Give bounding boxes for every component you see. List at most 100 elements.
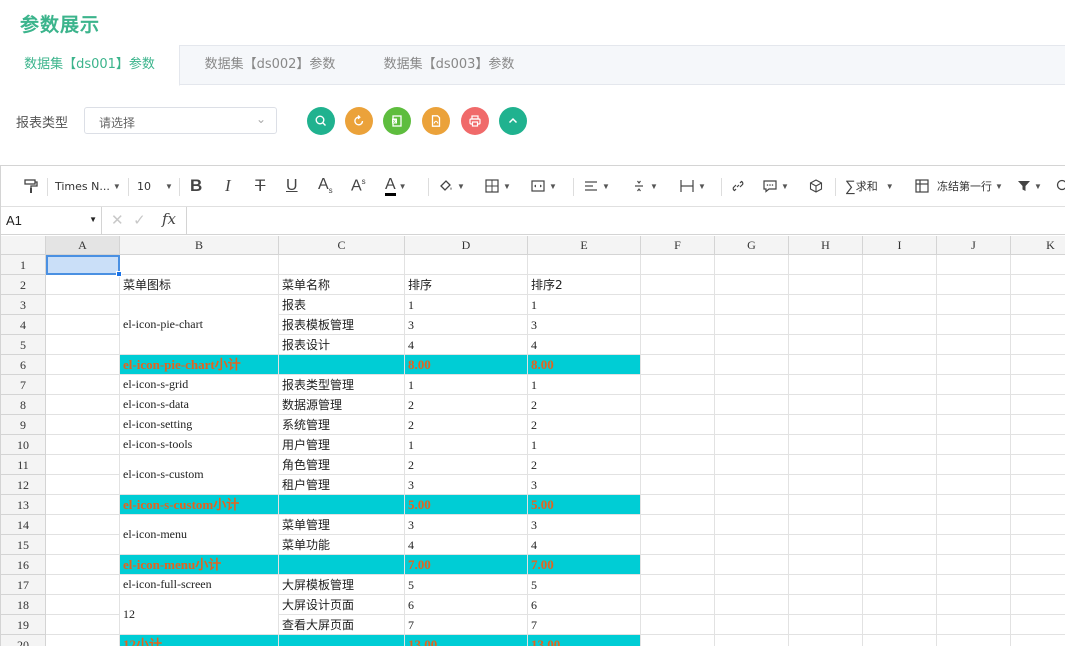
sort2-cell[interactable]: 3	[528, 315, 641, 335]
check-icon[interactable]: ✓	[133, 211, 146, 229]
grid-cell[interactable]	[1011, 515, 1065, 535]
menu-name-cell[interactable]: 报表	[279, 295, 405, 315]
menu-icon-cell[interactable]: el-icon-s-custom	[120, 455, 279, 495]
grid-cell[interactable]	[641, 515, 715, 535]
grid-cell[interactable]	[715, 555, 789, 575]
sort2-cell[interactable]: 4	[528, 335, 641, 355]
grid-cell[interactable]	[641, 575, 715, 595]
column-header[interactable]: G	[715, 236, 789, 255]
grid-cell[interactable]	[863, 415, 937, 435]
subtotal-label-cell[interactable]: el-icon-pie-chart小计	[120, 355, 279, 375]
report-type-select[interactable]: 请选择 ⌄	[84, 107, 277, 134]
menu-name-cell[interactable]: 报表设计	[279, 335, 405, 355]
column-header[interactable]: A	[46, 236, 120, 255]
grid-cell[interactable]	[789, 515, 863, 535]
grid-cell[interactable]	[937, 535, 1011, 555]
menu-name-cell[interactable]: 用户管理	[279, 435, 405, 455]
row-header[interactable]: 10	[1, 435, 46, 455]
grid-cell[interactable]	[528, 255, 641, 275]
grid-cell[interactable]	[46, 635, 120, 646]
row-header[interactable]: 3	[1, 295, 46, 315]
grid-cell[interactable]	[937, 475, 1011, 495]
grid-cell[interactable]	[789, 295, 863, 315]
grid-cell[interactable]	[641, 635, 715, 646]
table-header-cell[interactable]: 菜单名称	[279, 275, 405, 295]
vertical-align-button[interactable]: ▼	[631, 175, 658, 197]
sort-cell[interactable]: 3	[405, 475, 528, 495]
sort2-cell[interactable]: 3	[528, 475, 641, 495]
sort-cell[interactable]: 4	[405, 335, 528, 355]
grid-cell[interactable]	[863, 375, 937, 395]
grid-corner[interactable]	[1, 236, 46, 255]
grid-cell[interactable]	[641, 295, 715, 315]
grid-cell[interactable]	[1011, 555, 1065, 575]
grid-cell[interactable]	[715, 275, 789, 295]
format-painter-button[interactable]	[23, 175, 39, 197]
collapse-button[interactable]	[499, 107, 527, 135]
border-button[interactable]: ▼	[484, 175, 511, 197]
grid-cell[interactable]	[1011, 375, 1065, 395]
grid-cell[interactable]	[715, 335, 789, 355]
grid-cell[interactable]	[863, 575, 937, 595]
grid-cell[interactable]	[641, 595, 715, 615]
grid-cell[interactable]	[937, 615, 1011, 635]
search-button-toolbar[interactable]	[1056, 175, 1065, 197]
grid-cell[interactable]	[715, 595, 789, 615]
row-header[interactable]: 13	[1, 495, 46, 515]
print-button[interactable]	[461, 107, 489, 135]
row-header[interactable]: 2	[1, 275, 46, 295]
tab-ds001[interactable]: 数据集【ds001】参数	[0, 45, 180, 86]
bold-button[interactable]: B	[190, 175, 202, 197]
grid-cell[interactable]	[1011, 335, 1065, 355]
grid-cell[interactable]	[937, 275, 1011, 295]
sort2-cell[interactable]: 1	[528, 375, 641, 395]
freeze-button[interactable]: 冻结第一行 ▼	[914, 175, 1003, 197]
grid-cell[interactable]	[715, 515, 789, 535]
subtotal-label-cell[interactable]: el-icon-menu小计	[120, 555, 279, 575]
sort-cell[interactable]: 5	[405, 575, 528, 595]
row-header[interactable]: 5	[1, 335, 46, 355]
grid-cell[interactable]	[641, 415, 715, 435]
column-header[interactable]: C	[279, 236, 405, 255]
row-header[interactable]: 11	[1, 455, 46, 475]
grid-cell[interactable]	[46, 375, 120, 395]
grid-cell[interactable]	[46, 415, 120, 435]
grid-cell[interactable]	[715, 295, 789, 315]
subtotal-cell[interactable]	[279, 555, 405, 575]
grid-cell[interactable]	[937, 435, 1011, 455]
export-pdf-button[interactable]	[422, 107, 450, 135]
grid-cell[interactable]	[863, 355, 937, 375]
grid-cell[interactable]	[46, 395, 120, 415]
sum-button[interactable]: ∑ 求和 ▼	[845, 175, 894, 197]
merge-cells-button[interactable]: ▼	[530, 175, 557, 197]
grid-cell[interactable]	[937, 555, 1011, 575]
sort2-cell[interactable]: 5	[528, 575, 641, 595]
grid-cell[interactable]	[863, 275, 937, 295]
grid-cell[interactable]	[863, 555, 937, 575]
row-header[interactable]: 14	[1, 515, 46, 535]
sort2-cell[interactable]: 7	[528, 615, 641, 635]
column-header[interactable]: E	[528, 236, 641, 255]
grid-cell[interactable]	[715, 355, 789, 375]
menu-name-cell[interactable]: 租户管理	[279, 475, 405, 495]
grid-cell[interactable]	[863, 395, 937, 415]
grid-cell[interactable]	[937, 255, 1011, 275]
column-header[interactable]: F	[641, 236, 715, 255]
grid-cell[interactable]	[641, 455, 715, 475]
menu-icon-cell[interactable]: 12	[120, 595, 279, 635]
grid-cell[interactable]	[789, 395, 863, 415]
grid-cell[interactable]	[46, 435, 120, 455]
filter-button[interactable]: ▼	[1017, 175, 1042, 197]
font-color-button[interactable]: A ▼	[385, 175, 407, 197]
grid-cell[interactable]	[715, 575, 789, 595]
grid-cell[interactable]	[863, 595, 937, 615]
column-header[interactable]: J	[937, 236, 1011, 255]
grid-cell[interactable]	[937, 575, 1011, 595]
grid-cell[interactable]	[46, 495, 120, 515]
grid-cell[interactable]	[1011, 535, 1065, 555]
grid-cell[interactable]	[789, 635, 863, 646]
grid-cell[interactable]	[641, 255, 715, 275]
grid-cell[interactable]	[1011, 495, 1065, 515]
grid-cell[interactable]	[46, 555, 120, 575]
grid-cell[interactable]	[863, 255, 937, 275]
